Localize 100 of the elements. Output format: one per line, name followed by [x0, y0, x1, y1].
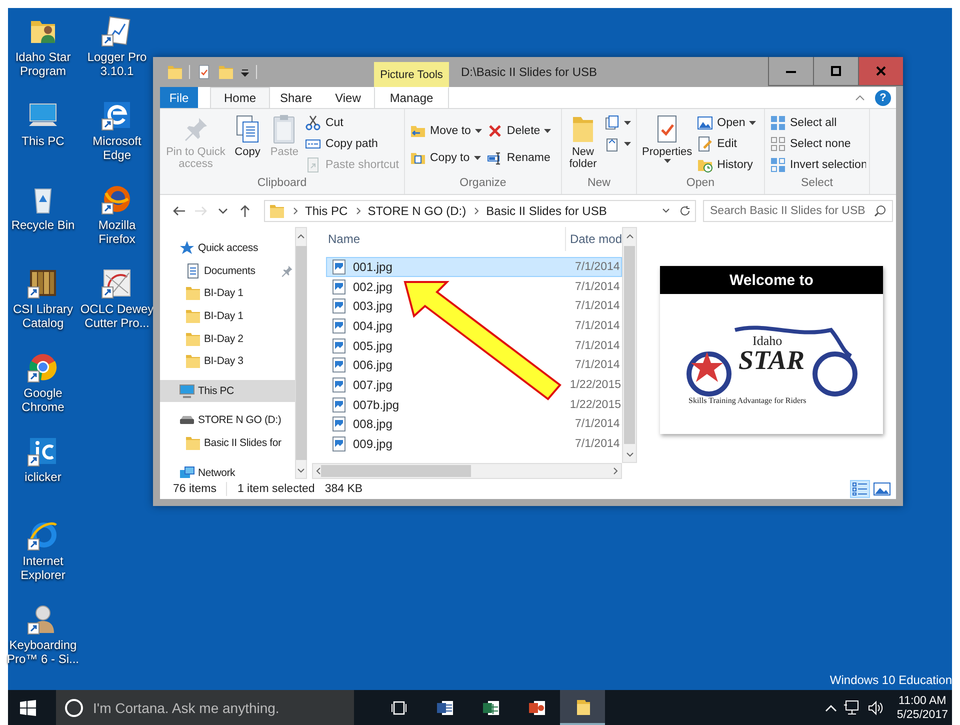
search-field[interactable]: Search Basic II Slides for USB [703, 200, 893, 222]
pin-icon [281, 264, 293, 277]
ribbon-button[interactable]: History [695, 154, 758, 175]
breadcrumb[interactable]: Basic II Slides for USB [486, 204, 607, 218]
file-row[interactable]: 002.jpg 7/1/2014 [326, 276, 622, 296]
caret-icon [474, 156, 481, 160]
file-row[interactable]: 005.jpg 7/1/2014 [326, 336, 622, 356]
ribbon-button[interactable]: Properties [640, 112, 694, 164]
caret-icon [240, 67, 250, 77]
desktop-shortcut[interactable]: OCLC Dewey Cutter Pro... [82, 267, 152, 351]
breadcrumb[interactable]: STORE N GO (D:) [368, 204, 466, 218]
scrollbar[interactable] [622, 227, 637, 463]
help-button[interactable]: ? [875, 90, 891, 106]
desktop-shortcut[interactable]: This PC [8, 99, 78, 183]
scissors-icon [305, 114, 322, 130]
clock[interactable]: 11:00 AM 5/25/2017 [896, 694, 948, 722]
ribbon-button[interactable]: Edit [695, 133, 758, 154]
nav-item[interactable]: STORE N GO (D:) [160, 409, 295, 432]
nav-item[interactable]: BI-Day 1 [160, 282, 295, 305]
ribbon-button[interactable]: New folder [565, 112, 601, 171]
ribbon-tab[interactable]: File [160, 87, 198, 108]
address-bar[interactable]: This PC STORE N GO (D:) Basic II Slides for USB [264, 200, 696, 222]
details-view-icon [851, 480, 869, 498]
desktop-shortcut[interactable]: Microsoft Edge [82, 99, 152, 183]
file-row[interactable]: 008.jpg 7/1/2014 [326, 414, 622, 434]
close-button[interactable] [858, 57, 903, 86]
file-row[interactable]: 007.jpg 1/22/2015 [326, 375, 622, 395]
chevron-icon [354, 207, 362, 215]
breadcrumb[interactable]: This PC [305, 204, 348, 218]
folder-icon [185, 308, 201, 324]
map-icon [101, 267, 133, 299]
ribbon-tab[interactable]: Manage [374, 87, 449, 108]
ribbon-button[interactable]: Move to [408, 120, 484, 142]
volume-icon [866, 700, 885, 716]
nav-item[interactable]: Documents [160, 260, 295, 282]
shortcut-icon [305, 156, 322, 172]
file-row[interactable]: 003.jpg 7/1/2014 [326, 296, 622, 316]
nav-item[interactable]: BI-Day 3 [160, 350, 295, 373]
nav-item[interactable]: Basic II Slides for [160, 432, 295, 454]
desktop-shortcut[interactable]: Recycle Bin [8, 183, 78, 267]
desktop-shortcut[interactable]: Internet Explorer [8, 519, 78, 603]
document-icon [604, 136, 620, 152]
ribbon-button[interactable]: Copy path [303, 133, 401, 154]
date-cell: 1/22/2015 [570, 398, 621, 411]
file-row[interactable]: 004.jpg 7/1/2014 [326, 316, 622, 336]
desktop-shortcut[interactable]: Keyboarding Pro™ 6 - Si... [8, 603, 78, 687]
ribbon-button[interactable]: Cut [303, 112, 401, 133]
ribbon-tab[interactable]: Home [210, 87, 270, 108]
caret-icon [474, 129, 482, 133]
ribbon-button[interactable]: Copy [229, 112, 266, 159]
desktop-shortcut[interactable]: CSI Library Catalog [8, 267, 78, 351]
file-name: 006.jpg [353, 358, 392, 372]
ribbon-button[interactable]: Delete [484, 120, 554, 142]
grid-icon [770, 114, 786, 130]
collapse-ribbon-button[interactable] [855, 94, 865, 100]
file-row[interactable]: 009.jpg 7/1/2014 [326, 434, 622, 454]
column-header[interactable]: Date mod [566, 232, 622, 246]
view-button[interactable] [872, 480, 892, 498]
desktop-shortcut[interactable]: iclicker [8, 435, 78, 519]
pages-icon [604, 114, 620, 130]
nav-item[interactable]: BI-Day 2 [160, 327, 295, 350]
nav-item[interactable]: BI-Day 1 [160, 304, 295, 328]
view-button[interactable] [850, 480, 870, 498]
ribbon-button[interactable]: Select none [768, 133, 866, 154]
group-label: Organize [458, 177, 508, 191]
folder-icon [167, 64, 183, 80]
scrollbar[interactable] [312, 463, 622, 479]
file-row[interactable]: 007b.jpg 1/22/2015 [326, 394, 622, 414]
scrollbar[interactable] [295, 227, 307, 479]
file-row[interactable]: 006.jpg 7/1/2014 [326, 355, 622, 376]
date-cell: 1/22/2015 [570, 378, 621, 391]
star-icon [179, 240, 195, 256]
desktop-shortcut[interactable]: Mozilla Firefox [82, 183, 152, 267]
nav-item[interactable]: Network [160, 461, 295, 484]
file-row[interactable]: 001.jpg 7/1/2014 [326, 257, 622, 277]
folder-icon [185, 330, 201, 347]
ribbon-button[interactable]: Select all [768, 112, 866, 133]
selection-count: 1 item selected [237, 483, 315, 495]
ribbon-button[interactable]: Open [695, 112, 758, 133]
selection-size: 384 KB [324, 483, 363, 495]
ribbon-button[interactable]: Rename [484, 148, 554, 168]
caret-icon [664, 159, 671, 163]
desktop-shortcut[interactable]: Idaho Star Program [8, 15, 78, 99]
desktop-shortcut[interactable]: Google Chrome [8, 351, 78, 435]
date-cell: 7/1/2014 [575, 260, 620, 273]
clicker-icon [27, 435, 59, 467]
column-header[interactable]: Name [312, 227, 566, 251]
scroll-up-icon [626, 234, 634, 238]
image-file-icon [331, 376, 347, 393]
ribbon-button[interactable]: Copy to [408, 148, 484, 168]
file-name: 008.jpg [353, 417, 392, 432]
nav-item[interactable]: Quick access [160, 237, 295, 260]
folder-icon [185, 285, 201, 302]
search-field[interactable]: I'm Cortana. Ask me anything. [56, 690, 354, 725]
grid-outline-icon [770, 136, 786, 152]
taskbar-button[interactable] [560, 690, 605, 725]
image-file-icon [331, 318, 347, 334]
nav-item[interactable]: This PC [160, 380, 295, 402]
date-cell: 7/1/2014 [575, 418, 620, 430]
desktop-shortcut[interactable]: Logger Pro 3.10.1 [82, 15, 152, 99]
